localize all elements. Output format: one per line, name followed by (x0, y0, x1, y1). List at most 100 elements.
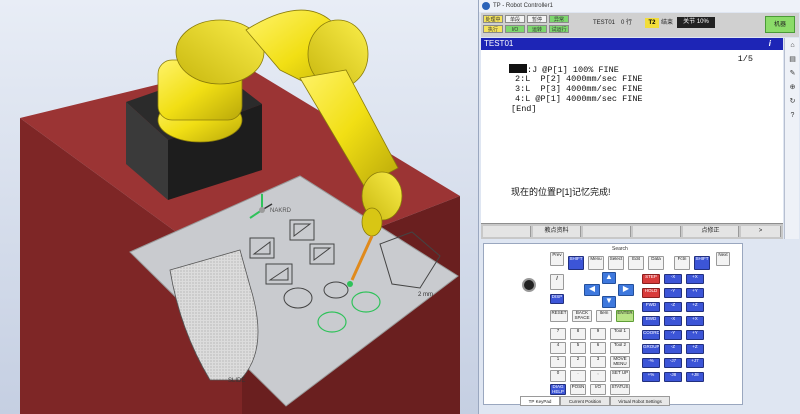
dot-key[interactable]: . (570, 370, 586, 382)
prev-key[interactable]: Prev (550, 252, 564, 266)
program-line[interactable]: 2:L P[2] 4000mm/sec FINE (515, 74, 643, 84)
io-key[interactable]: I/O (590, 384, 606, 395)
program-name: TEST01 (484, 39, 514, 48)
jog-plus-j7-key[interactable]: +J7 (686, 358, 704, 368)
f4-key[interactable] (633, 226, 681, 237)
window-title: TP - Robot Controller1 (493, 3, 553, 9)
document-icon[interactable]: ▤ (787, 54, 798, 65)
edit-key[interactable]: Edit (628, 256, 644, 270)
line-text: :L P[2] 4000mm/sec FINE (520, 74, 643, 84)
fwd-key[interactable]: FWD (642, 302, 660, 312)
status-line: 0 行 (621, 20, 633, 26)
tp-sidebar: ⌂ ▤ ✎ ⊕ ↻ ? (784, 38, 799, 239)
reset-key[interactable]: RESET (550, 310, 568, 322)
group-key[interactable]: GROUP (642, 344, 660, 354)
tab-current-position[interactable]: Current Position (560, 396, 610, 406)
select-key[interactable]: Select (608, 256, 624, 270)
function-key-bar: 教点资料 点修正 > (481, 223, 783, 239)
robot-3d-viewport[interactable]: 2 mm SLIDE NAKRD (0, 0, 478, 414)
refresh-icon[interactable]: ↻ (787, 96, 798, 107)
jog-plus-j8-key[interactable]: +J8 (686, 372, 704, 382)
shift-right-key[interactable]: SHIFT (694, 256, 710, 270)
program-line[interactable]: [End] (511, 104, 537, 114)
jog-minus-z-key[interactable]: -Z (664, 302, 682, 312)
f1-key[interactable] (483, 226, 531, 237)
status-key[interactable]: STATUS (610, 384, 630, 395)
tool1-key[interactable]: Tool 1 (610, 328, 630, 340)
next-page-key[interactable]: > (741, 226, 781, 237)
disp-key[interactable]: DISP (550, 294, 564, 304)
num-key-1[interactable]: 1 (550, 356, 566, 368)
tool2-key[interactable]: Tool 2 (610, 342, 630, 354)
tp-logo-icon (482, 2, 490, 10)
jog-plus-y-key[interactable]: +Y (686, 288, 704, 298)
pin-icon[interactable]: ✎ (787, 68, 798, 79)
f5-key[interactable]: 点修正 (683, 226, 739, 237)
num-key-7[interactable]: 7 (550, 328, 566, 340)
jog-minus-j7-key[interactable]: -J7 (664, 358, 682, 368)
move-menu-key[interactable]: MOVE MENU (610, 356, 630, 368)
tab-tp-keypad[interactable]: TP KeyPad (520, 396, 560, 406)
jog-plus-ry-key[interactable]: +Y (686, 330, 704, 340)
program-line[interactable]: 4:L @P[1] 4000mm/sec FINE (515, 94, 643, 104)
num-key-8[interactable]: 8 (570, 328, 586, 340)
arrow-down-key[interactable]: ▼ (602, 296, 616, 308)
jog-minus-y-key[interactable]: -Y (664, 288, 682, 298)
num-key-9[interactable]: 9 (590, 328, 606, 340)
data-key[interactable]: Data (648, 256, 664, 270)
program-editor[interactable]: 1/5 :J @P[1] 100% FINE 2:L P[2] 4000mm/s… (481, 50, 783, 223)
dim-label: 2 mm (418, 292, 433, 298)
jog-plus-rx-key[interactable]: +X (686, 316, 704, 326)
num-key-5[interactable]: 5 (570, 342, 586, 354)
enter-key[interactable]: ENTER (616, 310, 634, 322)
num-key-6[interactable]: 6 (590, 342, 606, 354)
setup-key[interactable]: SET UP (610, 370, 630, 382)
jog-minus-ry-key[interactable]: -Y (664, 330, 682, 340)
next-key[interactable]: Next (716, 252, 730, 266)
ip-icon[interactable]: ⊕ (787, 82, 798, 93)
arrow-up-key[interactable]: ▲ (602, 272, 616, 284)
jog-plus-rz-key[interactable]: +Z (686, 344, 704, 354)
backspace-key[interactable]: BACK SPACE (572, 310, 592, 322)
num-key-0[interactable]: 0 (550, 370, 566, 382)
arrow-left-key[interactable]: ◀ (584, 284, 600, 296)
jog-minus-rz-key[interactable]: -Z (664, 344, 682, 354)
f3-key[interactable] (583, 226, 631, 237)
jog-minus-x-key[interactable]: -X (664, 274, 682, 284)
home-icon[interactable]: ⌂ (787, 40, 798, 51)
enable-switch-icon[interactable] (522, 278, 536, 292)
bwd-key[interactable]: BWD (642, 316, 660, 326)
tp-keypad: Search Prev SHIFT Menu Select Edit Data … (483, 243, 743, 406)
tab-virtual-robot-settings[interactable]: Virtual Robot Settings (610, 396, 670, 406)
speed-down-key[interactable]: -% (642, 358, 660, 368)
info-key[interactable]: i (550, 274, 564, 290)
keypad-tabs: TP KeyPad Current Position Virtual Robot… (484, 396, 742, 406)
diag-help-key[interactable]: DIAG HELP (550, 384, 566, 395)
f2-key[interactable]: 教点资料 (533, 226, 581, 237)
help-icon[interactable]: ? (787, 110, 798, 121)
shift-left-key[interactable]: SHIFT (568, 256, 584, 270)
jog-plus-z-key[interactable]: +Z (686, 302, 704, 312)
info-icon[interactable]: i (769, 38, 771, 50)
coord-key[interactable]: COORD (642, 330, 660, 340)
item-key[interactable]: Item (596, 310, 612, 322)
comma-key[interactable]: , (590, 370, 606, 382)
speed-up-key[interactable]: +% (642, 372, 660, 382)
line-text: [End] (511, 104, 537, 114)
status-mode: 关节 10% (677, 17, 715, 28)
fctn-key[interactable]: Fctn (674, 256, 690, 270)
arrow-right-key[interactable]: ▶ (618, 284, 634, 296)
hold-key[interactable]: HOLD (642, 288, 660, 298)
gear-button[interactable]: 机器 (765, 16, 795, 33)
step-key[interactable]: STEP (642, 274, 660, 284)
num-key-2[interactable]: 2 (570, 356, 586, 368)
led-busy: 处理中 (483, 15, 503, 23)
program-line[interactable]: 3:L P[3] 4000mm/sec FINE (515, 84, 643, 94)
num-key-3[interactable]: 3 (590, 356, 606, 368)
posn-key[interactable]: POSN (570, 384, 586, 395)
num-key-4[interactable]: 4 (550, 342, 566, 354)
jog-minus-rx-key[interactable]: -X (664, 316, 682, 326)
menu-key[interactable]: Menu (588, 256, 604, 270)
jog-minus-j8-key[interactable]: -J8 (664, 372, 682, 382)
jog-plus-x-key[interactable]: +X (686, 274, 704, 284)
